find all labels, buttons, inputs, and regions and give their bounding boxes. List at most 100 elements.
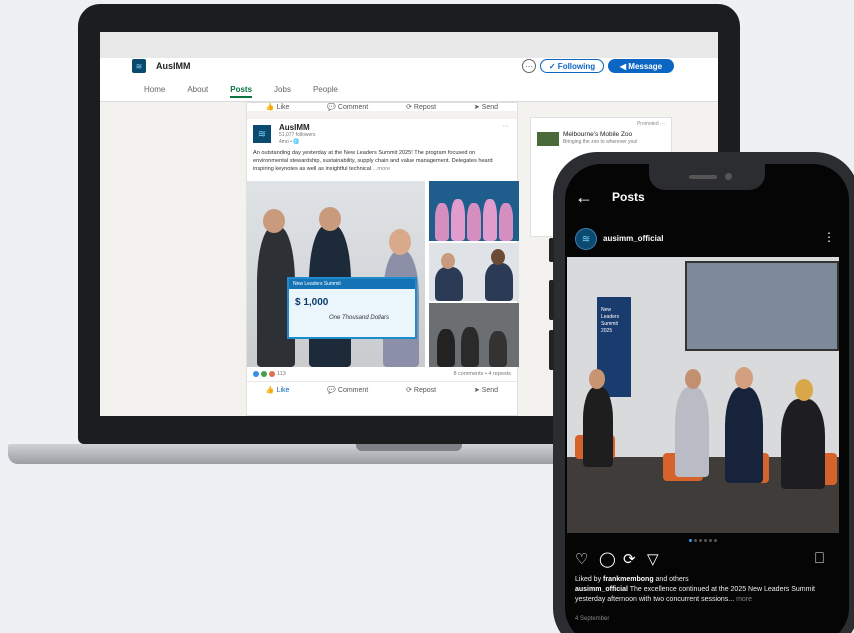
like-icon: 👍	[265, 386, 275, 394]
person-head	[263, 209, 285, 233]
liked-by-user[interactable]: frankmembong	[603, 576, 654, 583]
send-label: Send	[481, 104, 499, 111]
promoted-label: Promoted ···	[636, 121, 665, 127]
cheque-amount: $ 1,000	[295, 297, 329, 308]
bubble-icon[interactable]: ◯	[599, 550, 616, 568]
repost-icon: ⟳	[406, 386, 412, 394]
person-head	[491, 249, 505, 265]
person-figure	[485, 263, 513, 301]
phone-side-button	[549, 280, 554, 320]
like-label: Like	[276, 386, 290, 394]
phone-notch	[649, 164, 765, 190]
send-button[interactable]: ➤ Send	[474, 103, 498, 111]
tab-posts[interactable]: Posts	[230, 85, 253, 98]
instagram-screen: ← Posts ≋ ausimm_official ⋮ New Leaders …	[565, 164, 849, 633]
person-head	[589, 369, 605, 389]
send-button[interactable]: ➤ Send	[474, 386, 498, 394]
comment-label: Comment	[337, 386, 369, 394]
phone-side-button	[549, 238, 554, 262]
post-image-collage[interactable]: New Leaders Summit $ 1,000 One Thousand …	[247, 181, 519, 367]
comment-icon: 💬	[327, 104, 336, 111]
speaker-grille	[689, 175, 717, 179]
celebrate-reaction-icon	[261, 371, 267, 377]
repost-icon[interactable]: ⟳	[623, 550, 636, 568]
message-button[interactable]: ◀ Message	[608, 59, 674, 73]
ad-subtitle: Bringing the zoo to wherever you!	[563, 139, 638, 145]
laptop-hinge-notch	[356, 444, 462, 451]
carousel-dot	[709, 539, 712, 542]
post-author-logo-icon[interactable]: ≋	[253, 125, 271, 143]
previous-post-action-bar: 👍 Like 💬 Comment ⟳ Repost ➤ Send	[247, 103, 517, 119]
linkedin-company-header: ≋ AusIMM ··· ✓ Following ◀ Message Home …	[100, 58, 718, 102]
comment-icon: 💬	[327, 386, 336, 394]
tab-jobs[interactable]: Jobs	[274, 85, 291, 98]
caption-more-link[interactable]: more	[734, 596, 752, 603]
share-icon[interactable]: ▽	[647, 550, 659, 568]
repost-button[interactable]: ⟳ Repost	[406, 386, 436, 394]
back-arrow-icon[interactable]: ←	[575, 187, 593, 208]
person-head	[441, 253, 455, 269]
carousel-dot	[714, 539, 717, 542]
liked-by-suffix: and others	[653, 576, 689, 583]
post-header: ≋ AusIMM 51,077 followers 4mo • 🌐 ···	[247, 119, 517, 149]
reaction-count: 113	[277, 371, 286, 377]
person-figure	[435, 267, 463, 301]
more-options-button[interactable]: ···	[522, 59, 536, 73]
cheque-presentation-photo[interactable]: New Leaders Summit $ 1,000 One Thousand …	[247, 181, 425, 367]
post-action-bar: ♡ ◯ ⟳ ▽ ⎕	[575, 550, 829, 570]
ad-title[interactable]: Melbourne's Mobile Zoo	[563, 131, 632, 138]
comment-button[interactable]: 💬 Comment	[327, 386, 368, 394]
liked-by-text[interactable]: Liked by frankmembong and others	[575, 576, 689, 583]
person-figure	[725, 387, 763, 483]
love-reaction-icon	[269, 371, 275, 377]
person-figure	[435, 203, 449, 241]
carousel-dot	[694, 539, 697, 542]
reaction-summary[interactable]: 113	[253, 371, 286, 377]
kebab-menu-icon[interactable]: ⋮	[823, 230, 835, 244]
bookmark-icon[interactable]: ⎕	[815, 550, 824, 567]
post-username[interactable]: ausimm_official	[603, 234, 663, 243]
person-figure	[489, 331, 507, 367]
avatar[interactable]: ≋	[575, 228, 597, 250]
tab-about[interactable]: About	[187, 85, 208, 98]
post-text: An outstanding day yesterday at the New …	[247, 149, 517, 181]
ad-thumbnail[interactable]	[537, 132, 559, 146]
post-timestamp: 4mo • 🌐	[279, 139, 300, 145]
person-figure	[499, 203, 513, 241]
person-figure	[781, 399, 825, 489]
tab-home[interactable]: Home	[144, 85, 165, 98]
comment-button[interactable]: 💬 Comment	[327, 103, 368, 111]
like-button[interactable]: 👍 Like	[266, 103, 290, 111]
repost-label: Repost	[413, 386, 437, 394]
speaker-photo-thumbnail[interactable]	[429, 243, 519, 301]
liked-by-prefix: Liked by	[575, 576, 604, 583]
company-logo-icon[interactable]: ≋	[132, 59, 146, 73]
post-menu-icon[interactable]: ···	[502, 123, 509, 130]
company-name[interactable]: AusIMM	[156, 61, 191, 71]
company-nav-tabs: Home About Posts Jobs People	[144, 85, 338, 98]
tab-people[interactable]: People	[313, 85, 338, 98]
post-photo[interactable]: New Leaders Summit 2025	[567, 257, 839, 533]
heart-icon[interactable]: ♡	[575, 550, 588, 568]
post-author-name[interactable]: AusIMM	[279, 123, 310, 132]
post-author-followers: 51,077 followers	[279, 132, 316, 138]
carousel-dot	[704, 539, 707, 542]
carousel-dot	[689, 539, 692, 542]
see-more-link[interactable]: ...more	[373, 166, 390, 172]
person-figure	[467, 203, 481, 241]
post-action-bar: 👍 Like 💬 Comment ⟳ Repost ➤ Send	[247, 381, 517, 397]
send-label: Send	[481, 386, 499, 394]
repost-button[interactable]: ⟳ Repost	[406, 103, 436, 111]
person-figure	[583, 387, 613, 467]
repost-icon: ⟳	[406, 104, 412, 111]
following-button[interactable]: ✓ Following	[540, 59, 604, 73]
panel-photo-thumbnail[interactable]	[429, 303, 519, 367]
send-icon: ➤	[473, 104, 480, 111]
phone-side-button	[549, 330, 554, 370]
like-reaction-icon	[253, 371, 259, 377]
caption-username[interactable]: ausimm_official	[575, 586, 628, 593]
like-label: Like	[276, 104, 290, 111]
group-photo-thumbnail[interactable]	[429, 181, 519, 241]
like-button[interactable]: 👍 Like	[266, 386, 290, 394]
comments-reposts-count[interactable]: 8 comments • 4 reposts	[453, 371, 511, 377]
